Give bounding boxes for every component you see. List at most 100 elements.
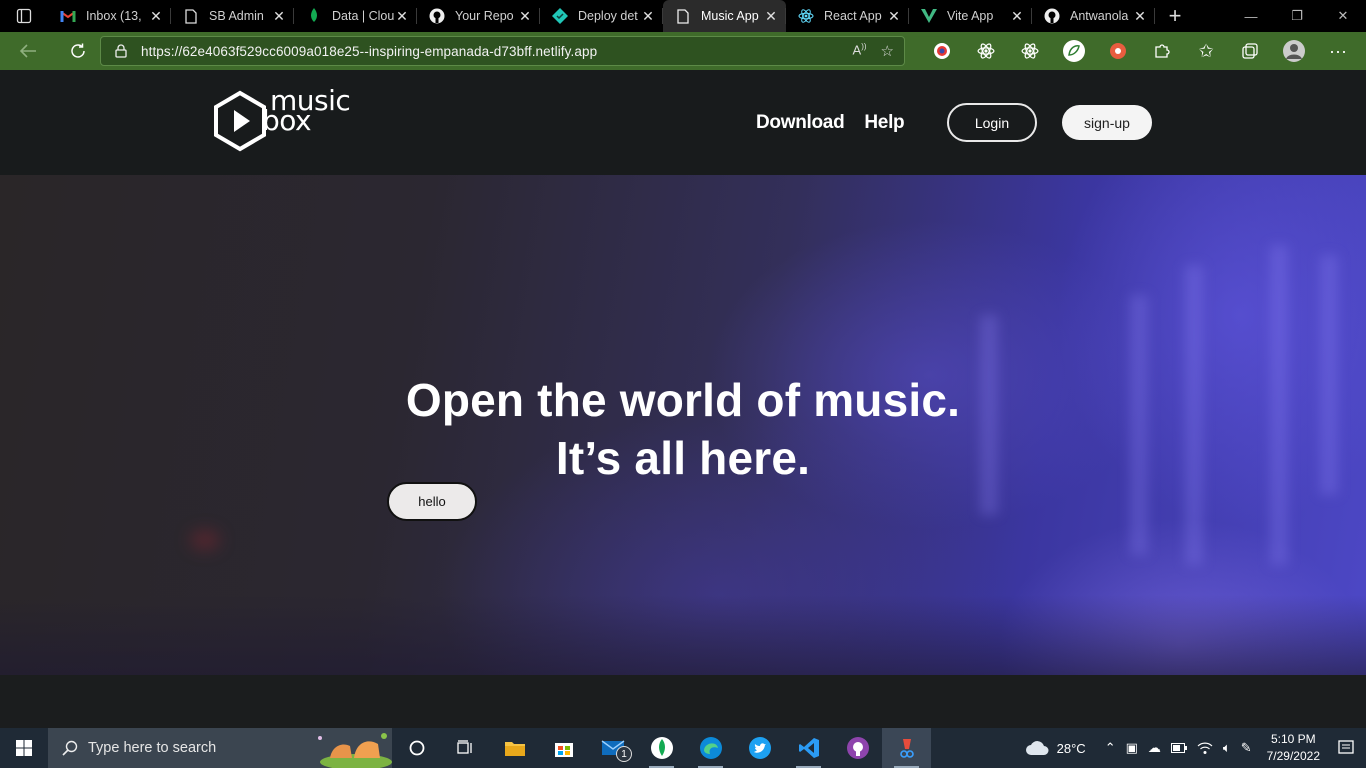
- nav-help-link[interactable]: Help: [864, 112, 904, 134]
- tab-mongodb[interactable]: Data | Clou ✕: [294, 0, 417, 32]
- wifi-icon: [1197, 742, 1213, 754]
- close-window-button[interactable]: ✕: [1320, 0, 1366, 32]
- hero-background-light: [190, 530, 220, 550]
- refresh-button[interactable]: [56, 32, 100, 70]
- tab-close-icon[interactable]: ✕: [395, 8, 409, 25]
- minimize-icon: —: [1244, 8, 1258, 24]
- tab-close-icon[interactable]: ✕: [764, 8, 778, 25]
- settings-more-button[interactable]: ···: [1316, 32, 1360, 70]
- tab-close-icon[interactable]: ✕: [1133, 8, 1147, 25]
- clock[interactable]: 5:10 PM 7/29/2022: [1257, 731, 1330, 765]
- search-placeholder: Type here to search: [88, 740, 217, 756]
- profile-button[interactable]: [1272, 32, 1316, 70]
- tab-react-app[interactable]: React App ✕: [786, 0, 909, 32]
- puzzle-icon: [1155, 44, 1170, 58]
- tab-netlify-deploy[interactable]: Deploy det ✕: [540, 0, 663, 32]
- site-logo[interactable]: music box: [212, 87, 351, 152]
- favorites-icon: ✩: [1198, 40, 1214, 61]
- tab-actions-button[interactable]: [0, 0, 48, 32]
- tab-close-icon[interactable]: ✕: [1010, 8, 1024, 25]
- collections-icon: [1242, 43, 1258, 59]
- restore-button[interactable]: ❐: [1274, 0, 1320, 32]
- onedrive-button[interactable]: ☁: [1143, 740, 1166, 756]
- meet-now-button[interactable]: ▣: [1121, 740, 1143, 756]
- tab-title: Antwanola: [1070, 9, 1129, 23]
- github-icon: [429, 8, 445, 24]
- task-view-button[interactable]: [441, 728, 490, 768]
- tab-close-icon[interactable]: ✕: [887, 8, 901, 25]
- extensions-button[interactable]: [1140, 32, 1184, 70]
- tab-close-icon[interactable]: ✕: [149, 8, 163, 25]
- window-controls: — ❐ ✕: [1228, 0, 1366, 32]
- mongodb-compass-button[interactable]: [637, 728, 686, 768]
- add-favorite-icon[interactable]: ☆: [881, 42, 894, 60]
- minimize-button[interactable]: —: [1228, 0, 1274, 32]
- twitter-button[interactable]: [735, 728, 784, 768]
- extension-button[interactable]: [920, 32, 964, 70]
- plus-icon: +: [1168, 3, 1182, 28]
- tab-title: Your Repo: [455, 9, 514, 23]
- browser-tab-strip: Inbox (13, ✕ SB Admin ✕ Data | Clou ✕ Yo…: [0, 0, 1366, 32]
- close-icon: ✕: [1337, 8, 1349, 23]
- notifications-button[interactable]: [1330, 740, 1366, 756]
- microsoft-store-button[interactable]: [539, 728, 588, 768]
- logo-text: music box: [262, 87, 351, 135]
- system-tray: 28°C ⌃ ▣ ☁ 🔈︎ ✎ 5:10 PM 7/29/2022: [1020, 728, 1366, 768]
- page-icon: [675, 8, 691, 24]
- store-icon: [554, 743, 573, 757]
- pen-icon: ✎: [1240, 740, 1252, 755]
- github-desktop-button[interactable]: [833, 728, 882, 768]
- tab-gmail[interactable]: Inbox (13, ✕: [48, 0, 171, 32]
- battery-button[interactable]: [1166, 743, 1192, 753]
- tab-music-app[interactable]: Music App ✕: [663, 0, 786, 32]
- volume-button[interactable]: 🔈︎: [1218, 740, 1236, 756]
- snipping-tool-button[interactable]: [882, 728, 931, 768]
- taskbar-search[interactable]: Type here to search: [48, 728, 392, 768]
- page-footer-area: [0, 675, 1366, 728]
- tab-close-icon[interactable]: ✕: [641, 8, 655, 25]
- tab-vite-app[interactable]: Vite App ✕: [909, 0, 1032, 32]
- vscode-button[interactable]: [784, 728, 833, 768]
- start-button[interactable]: [0, 728, 48, 768]
- tab-github-antwanola[interactable]: Antwanola ✕: [1032, 0, 1155, 32]
- weather-widget[interactable]: 28°C: [1020, 740, 1091, 756]
- show-hidden-icons-button[interactable]: ⌃: [1091, 740, 1121, 756]
- task-view-icon: [456, 740, 472, 754]
- hero-heading-line2: It’s all here.: [555, 432, 811, 484]
- tab-title: Vite App: [947, 9, 994, 23]
- pen-workspace-button[interactable]: ✎: [1236, 740, 1257, 756]
- address-bar[interactable]: https://62e4063f529cc6009a018e25--inspir…: [100, 36, 905, 66]
- collections-button[interactable]: [1228, 32, 1272, 70]
- read-aloud-icon[interactable]: A)): [853, 42, 867, 60]
- favorites-button[interactable]: ✩: [1184, 32, 1228, 70]
- windows-taskbar: Type here to search 1 28°C ⌃ ▣ ☁ 🔈︎ ✎ 5:…: [0, 728, 1366, 768]
- signup-button[interactable]: sign-up: [1062, 105, 1152, 140]
- file-explorer-button[interactable]: [490, 728, 539, 768]
- edge-icon: [699, 737, 722, 759]
- network-button[interactable]: [1192, 741, 1218, 755]
- twitter-icon: [748, 737, 771, 759]
- react-devtools-button[interactable]: [964, 32, 1008, 70]
- nav-download-link[interactable]: Download: [756, 112, 845, 134]
- mail-button[interactable]: 1: [588, 728, 637, 768]
- tab-list: Inbox (13, ✕ SB Admin ✕ Data | Clou ✕ Yo…: [48, 0, 1155, 32]
- tab-sb-admin[interactable]: SB Admin ✕: [171, 0, 294, 32]
- tab-github-repos[interactable]: Your Repo ✕: [417, 0, 540, 32]
- react-devtools-button-2[interactable]: [1008, 32, 1052, 70]
- new-tab-button[interactable]: +: [1155, 0, 1195, 32]
- cortana-button[interactable]: [392, 728, 441, 768]
- mongodb-icon: [306, 8, 322, 24]
- tab-close-icon[interactable]: ✕: [272, 8, 286, 25]
- back-button[interactable]: [0, 32, 56, 70]
- edge-button[interactable]: [686, 728, 735, 768]
- folder-icon: [504, 742, 525, 756]
- tab-title: Inbox (13,: [86, 9, 142, 23]
- speaker-icon: 🔈︎: [1222, 740, 1231, 755]
- hero-heading: Open the world of music. It’s all here.: [0, 371, 1366, 487]
- login-button[interactable]: Login: [947, 103, 1037, 142]
- extension-leaf-button[interactable]: [1052, 32, 1096, 70]
- hello-button[interactable]: hello: [387, 482, 477, 521]
- tab-close-icon[interactable]: ✕: [518, 8, 532, 25]
- avatar: [1283, 40, 1305, 62]
- extension-red-button[interactable]: [1096, 32, 1140, 70]
